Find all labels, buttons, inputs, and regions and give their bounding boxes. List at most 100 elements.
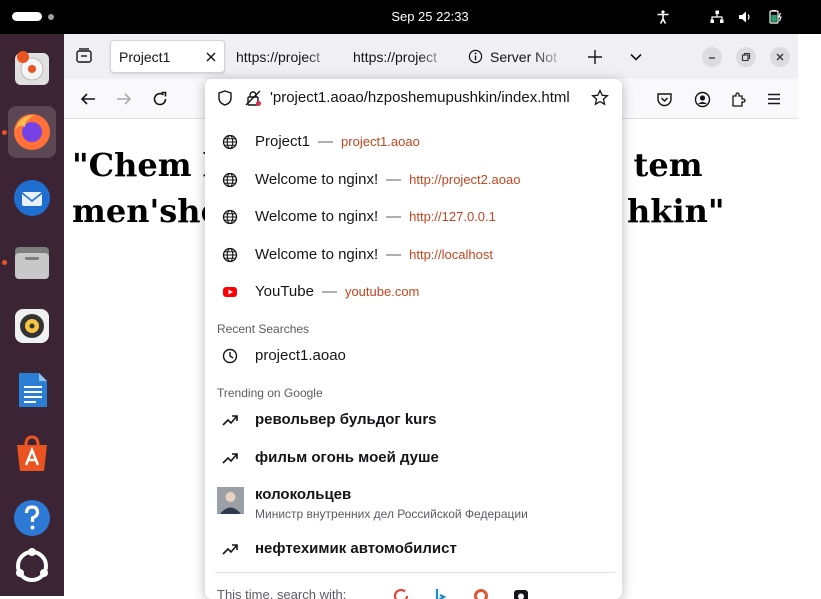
minimize-button[interactable] bbox=[702, 47, 722, 67]
pocket-icon bbox=[656, 91, 673, 108]
trending-item[interactable]: нефтехимик автомобилист bbox=[205, 530, 622, 567]
dock-files[interactable] bbox=[8, 236, 56, 288]
suggestion-row[interactable]: YouTube — youtube.com bbox=[205, 273, 622, 310]
suggestion-title: YouTube bbox=[255, 283, 314, 300]
suggestion-title: Project1 bbox=[255, 133, 310, 150]
wikipedia-icon[interactable] bbox=[513, 588, 529, 599]
suggestion-url: youtube.com bbox=[345, 284, 419, 299]
trending-text: нефтехимик автомобилист bbox=[255, 540, 457, 557]
firefox-icon bbox=[11, 111, 53, 153]
globe-icon bbox=[222, 134, 238, 150]
minimize-icon bbox=[707, 52, 717, 62]
bookmark-star-icon[interactable] bbox=[591, 89, 609, 107]
quote-text-right: hkin" bbox=[627, 188, 725, 234]
pocket-button[interactable] bbox=[654, 89, 674, 109]
account-icon bbox=[694, 91, 711, 108]
app-center-icon bbox=[11, 433, 53, 475]
recent-searches-heading: Recent Searches bbox=[217, 322, 309, 336]
separator-dash: — bbox=[322, 283, 337, 300]
network-icon[interactable] bbox=[710, 10, 724, 24]
battery-icon[interactable] bbox=[766, 10, 784, 24]
firefox-view-icon[interactable] bbox=[74, 46, 94, 66]
running-indicator bbox=[2, 130, 7, 135]
close-window-button[interactable] bbox=[770, 47, 790, 67]
close-tab-icon[interactable] bbox=[206, 52, 216, 62]
installer-icon bbox=[11, 47, 53, 89]
puzzle-icon bbox=[730, 91, 747, 108]
tab-project-3[interactable]: https://project bbox=[353, 40, 449, 73]
tab-project1[interactable]: Project1 bbox=[110, 40, 225, 73]
chevron-down-icon bbox=[629, 50, 643, 64]
bing-icon[interactable] bbox=[433, 588, 449, 599]
globe-icon bbox=[222, 172, 238, 188]
list-all-tabs-button[interactable] bbox=[626, 47, 646, 67]
suggestion-text: YouTube — youtube.com bbox=[255, 283, 419, 300]
ubuntu-icon bbox=[11, 545, 53, 587]
maximize-button[interactable] bbox=[736, 47, 756, 67]
suggestion-row[interactable]: Welcome to nginx!—http://project2.aoao bbox=[205, 161, 622, 198]
dock-writer[interactable] bbox=[8, 364, 56, 416]
back-button[interactable] bbox=[78, 89, 98, 109]
plus-icon bbox=[588, 50, 602, 64]
activities-button[interactable] bbox=[12, 12, 42, 21]
help-icon bbox=[11, 497, 53, 539]
urlbar[interactable]: 'project1.aoao/hzposhemupushkin/index.ht… bbox=[205, 79, 622, 117]
dock-help[interactable] bbox=[8, 492, 56, 544]
suggestion-text: Welcome to nginx!—http://localhost bbox=[255, 246, 493, 263]
dock-show-apps[interactable] bbox=[8, 540, 56, 592]
trending-text: револьвер бульдог kurs bbox=[255, 411, 437, 428]
tab-server-not-found[interactable]: Server Not bbox=[468, 40, 564, 73]
info-icon bbox=[468, 49, 483, 64]
tracking-protection-icon[interactable] bbox=[217, 90, 233, 106]
separator-dash: — bbox=[318, 133, 333, 150]
volume-icon[interactable] bbox=[738, 10, 752, 24]
trending-item[interactable]: револьвер бульдог kurs bbox=[205, 401, 622, 438]
suggestion-url: http://localhost bbox=[409, 247, 493, 262]
accessibility-icon[interactable] bbox=[656, 10, 670, 24]
tab-bar: Project1 https://project https://project… bbox=[64, 34, 798, 79]
url-input[interactable]: 'project1.aoao/hzposhemupushkin/index.ht… bbox=[270, 89, 570, 106]
trending-item[interactable]: колокольцев Министр внутренних дел Росси… bbox=[205, 478, 622, 524]
globe-icon bbox=[222, 209, 238, 225]
suggestion-row[interactable]: Project1—project1.aoao bbox=[205, 123, 622, 160]
quote-text-left: "Chem b bbox=[72, 146, 225, 184]
suggestion-title: Welcome to nginx! bbox=[255, 246, 378, 263]
close-icon bbox=[775, 52, 785, 62]
trending-icon bbox=[222, 541, 238, 557]
workspace-indicator bbox=[48, 14, 54, 20]
dock-thunderbird[interactable] bbox=[8, 172, 56, 224]
google-icon[interactable] bbox=[393, 588, 409, 599]
suggestion-row[interactable]: Welcome to nginx!—http://localhost bbox=[205, 236, 622, 273]
suggestion-text: Welcome to nginx!—http://127.0.0.1 bbox=[255, 208, 496, 225]
extensions-button[interactable] bbox=[728, 89, 748, 109]
trending-item[interactable]: фильм огонь моей душе bbox=[205, 439, 622, 476]
account-button[interactable] bbox=[692, 89, 712, 109]
dock-installer[interactable] bbox=[8, 42, 56, 94]
tab-project-2[interactable]: https://project bbox=[236, 40, 336, 73]
app-menu-button[interactable] bbox=[764, 89, 784, 109]
trending-subtitle: Министр внутренних дел Российской Федера… bbox=[255, 507, 528, 521]
duckduckgo-icon[interactable] bbox=[473, 588, 489, 599]
suggestion-row[interactable]: Welcome to nginx!—http://127.0.0.1 bbox=[205, 198, 622, 235]
separator-dash: — bbox=[386, 208, 401, 225]
clock[interactable]: Sep 25 22:33 bbox=[340, 9, 520, 24]
reload-icon bbox=[152, 91, 168, 107]
insecure-lock-icon[interactable] bbox=[245, 90, 261, 106]
recent-search-text: project1.aoao bbox=[255, 347, 346, 364]
tab-label: Project1 bbox=[119, 49, 170, 65]
suggestion-url: http://project2.aoao bbox=[409, 172, 520, 187]
dock-rhythmbox[interactable] bbox=[8, 300, 56, 352]
arrow-left-icon bbox=[80, 91, 96, 107]
dock-app-center[interactable] bbox=[8, 428, 56, 480]
trending-text: колокольцев bbox=[255, 486, 351, 503]
forward-button[interactable] bbox=[114, 89, 134, 109]
rhythmbox-icon bbox=[11, 305, 53, 347]
new-tab-button[interactable] bbox=[585, 47, 605, 67]
restore-icon bbox=[741, 52, 751, 62]
desktop-background bbox=[798, 34, 821, 596]
clock-icon bbox=[222, 348, 238, 364]
reload-button[interactable] bbox=[150, 89, 170, 109]
dock-firefox[interactable] bbox=[8, 106, 56, 158]
writer-icon bbox=[11, 369, 53, 411]
recent-search-item[interactable]: project1.aoao bbox=[205, 337, 622, 374]
